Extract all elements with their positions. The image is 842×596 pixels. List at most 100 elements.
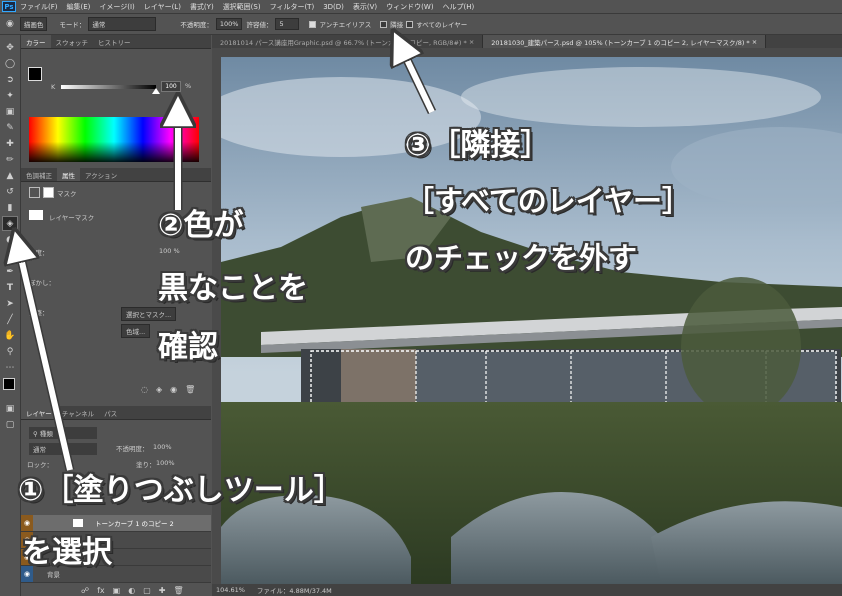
document-tab[interactable]: 20181014 パース講座用Graphic.psd @ 66.7% (トーンカ… (212, 35, 484, 48)
contiguous-checkbox[interactable] (380, 20, 388, 28)
move-icon[interactable]: ✥ (2, 40, 18, 55)
file-info: ファイル：4.88M/37.4M (256, 587, 332, 595)
step1-line2: を選択 (22, 535, 112, 570)
eyedropper-icon[interactable]: ✎ (2, 120, 18, 135)
k-slider[interactable] (61, 85, 156, 89)
tab-color[interactable]: カラー (21, 35, 51, 48)
status-bar: 104.61% ファイル：4.88M/37.4M (212, 584, 842, 596)
all-layers-checkbox[interactable] (406, 20, 414, 28)
menu-window[interactable]: ウィンドウ(W) (386, 2, 433, 12)
close-icon[interactable]: × (469, 38, 474, 46)
more-icon[interactable]: ⋯ (2, 360, 18, 375)
mask-label: マスク (57, 190, 77, 198)
lasso-icon[interactable]: ➲ (2, 72, 18, 87)
eraser-icon[interactable]: ▮ (2, 200, 18, 215)
menu-layer[interactable]: レイヤー(L) (144, 2, 181, 12)
screen-mode-icon[interactable]: ▢ (2, 417, 18, 432)
layer-opacity-label: 不透明度： (116, 445, 149, 453)
layer-mask-thumbnail (73, 519, 83, 527)
path-select-icon[interactable]: ➤ (2, 296, 18, 311)
select-mask-button[interactable]: 選択とマスク... (121, 307, 177, 321)
line-icon[interactable]: ╱ (2, 312, 18, 327)
antialias-checkbox[interactable] (309, 20, 317, 28)
menu-type[interactable]: 書式(Y) (190, 2, 214, 12)
menu-view[interactable]: 表示(V) (353, 2, 377, 12)
k-slider-handle[interactable] (152, 88, 160, 94)
menu-filter[interactable]: フィルター(T) (270, 2, 315, 12)
tab-adjustments[interactable]: 色調補正 (21, 168, 57, 181)
tab-swatches[interactable]: スウォッチ (51, 35, 94, 48)
antialias-label: アンチエイリアス (319, 21, 372, 29)
quick-mask-icon[interactable]: ▣ (2, 401, 18, 416)
history-brush-icon[interactable]: ↺ (2, 184, 18, 199)
mode-select[interactable]: 通常 (88, 17, 157, 31)
fill-source-select[interactable]: 描画色 (19, 17, 48, 31)
tab-properties[interactable]: 属性 (57, 168, 80, 181)
stamp-icon[interactable]: ▲ (2, 168, 18, 183)
menu-3d[interactable]: 3D(D) (323, 3, 344, 11)
step3-line2: ［すべてのレイヤー］ (405, 184, 691, 218)
add-mask-icon[interactable]: ▣ (113, 586, 121, 595)
layer-opacity-value[interactable]: 100% (153, 443, 172, 451)
document-tab[interactable]: 20181030_建築パース.psd @ 105% (トーンカーブ 1 のコピー… (483, 35, 767, 48)
tolerance-input[interactable]: 5 (275, 18, 300, 30)
menu-select[interactable]: 選択範囲(S) (223, 2, 261, 12)
density-value[interactable]: 100 % (159, 247, 180, 255)
pen-icon[interactable]: ✒ (2, 264, 18, 279)
crop-icon[interactable]: ▣ (2, 104, 18, 119)
layer-mask-thumb (29, 210, 43, 220)
pixel-mask-icon[interactable] (29, 187, 40, 198)
group-icon[interactable]: ▢ (143, 586, 151, 595)
layer-filter-select[interactable]: ⚲ 種類 (29, 427, 97, 439)
fx-icon[interactable]: fx (97, 586, 105, 595)
layer-actions: ☍ fx ▣ ◐ ▢ ✚ 🗑 (81, 586, 184, 595)
trash-icon[interactable]: 🗑 (173, 586, 183, 595)
menu-edit[interactable]: 編集(E) (67, 2, 91, 12)
tab-history[interactable]: ヒストリー (93, 35, 136, 48)
link-icon[interactable]: ☍ (81, 586, 89, 595)
tools-panel: ✥ ◯ ➲ ✦ ▣ ✎ ✚ ✏ ▲ ↺ ▮ ◈ ● ◕ ✒ T ➤ ╱ ✋ ⚲ … (0, 35, 21, 596)
type-icon[interactable]: T (2, 280, 18, 295)
color-swatches[interactable] (2, 377, 20, 399)
foreground-color-swatch[interactable] (3, 378, 15, 390)
density-label: 濃度： (29, 249, 49, 257)
tab-layers[interactable]: レイヤー (21, 406, 57, 419)
new-layer-icon[interactable]: ✚ (159, 586, 166, 595)
menu-image[interactable]: イメージ(I) (99, 2, 134, 12)
layer-mask-label: レイヤーマスク (49, 214, 95, 222)
k-value-input[interactable]: 100 (161, 81, 181, 92)
marquee-icon[interactable]: ◯ (2, 56, 18, 71)
magic-wand-icon[interactable]: ✦ (2, 88, 18, 103)
healing-icon[interactable]: ✚ (2, 136, 18, 151)
visibility-icon[interactable]: ◉ (170, 385, 177, 394)
zoom-level[interactable]: 104.61% (216, 586, 245, 594)
close-icon[interactable]: × (752, 38, 757, 46)
paint-bucket-icon[interactable]: ◈ (2, 216, 18, 231)
step2-line1: ②色が (158, 208, 244, 243)
blend-mode-select[interactable]: 通常 (29, 443, 97, 455)
tab-channels[interactable]: チャンネル (57, 406, 99, 419)
step3-line1: ③［隣接］ (405, 128, 551, 163)
hand-icon[interactable]: ✋ (2, 328, 18, 343)
tolerance-label: 許容値： (246, 21, 273, 29)
blur-icon[interactable]: ● (2, 232, 18, 247)
adjustment-icon[interactable]: ◐ (128, 586, 135, 595)
color-panel-foreground[interactable] (28, 67, 42, 81)
paint-bucket-preset-icon[interactable]: ◉ (6, 19, 14, 29)
load-selection-icon[interactable]: ◌ (141, 385, 148, 394)
menu-help[interactable]: ヘルプ(H) (443, 2, 475, 12)
dodge-icon[interactable]: ◕ (2, 248, 18, 263)
vector-mask-icon[interactable] (43, 187, 54, 198)
menu-file[interactable]: ファイル(F) (20, 2, 58, 12)
apply-mask-icon[interactable]: ◈ (156, 385, 162, 394)
tab-actions[interactable]: アクション (80, 168, 122, 181)
brush-icon[interactable]: ✏ (2, 152, 18, 167)
tab-paths[interactable]: パス (99, 406, 122, 419)
properties-panel-tabs: 色調補正 属性 アクション (21, 168, 211, 182)
document-tab-title: 20181030_建築パース.psd @ 105% (トーンカーブ 1 のコピー… (491, 38, 750, 47)
color-spectrum[interactable] (29, 117, 199, 162)
delete-mask-icon[interactable]: 🗑 (185, 385, 195, 394)
color-range-button[interactable]: 色域... (121, 324, 151, 338)
opacity-input[interactable]: 100% (215, 18, 243, 30)
zoom-icon[interactable]: ⚲ (2, 344, 18, 359)
